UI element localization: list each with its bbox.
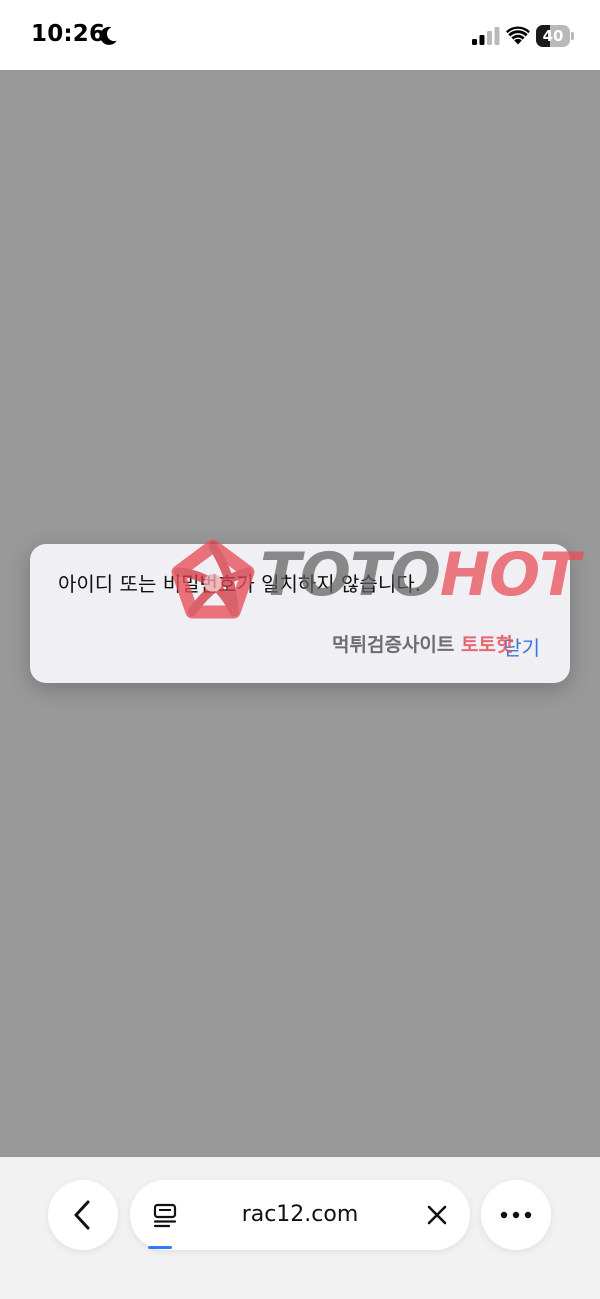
alert-dialog: 아이디 또는 비밀번호가 일치하지 않습니다. 닫기 bbox=[30, 544, 570, 683]
reader-mode-icon[interactable] bbox=[152, 1202, 178, 1228]
alert-close-button[interactable]: 닫기 bbox=[503, 632, 540, 661]
more-button[interactable] bbox=[481, 1180, 551, 1250]
cellular-signal-icon bbox=[472, 27, 500, 45]
browser-toolbar: rac12.com bbox=[0, 1157, 600, 1299]
moon-icon bbox=[100, 26, 117, 45]
battery-level: 40 bbox=[542, 27, 564, 45]
status-time: 10:26 bbox=[31, 21, 106, 47]
web-content-overlay: 아이디 또는 비밀번호가 일치하지 않습니다. 닫기 bbox=[0, 70, 600, 1157]
alert-message: 아이디 또는 비밀번호가 일치하지 않습니다. bbox=[58, 572, 421, 596]
page-load-progress bbox=[148, 1246, 172, 1249]
more-icon bbox=[500, 1211, 532, 1219]
clear-icon[interactable] bbox=[426, 1204, 448, 1226]
status-bar: 10:26 40 bbox=[0, 0, 600, 70]
back-button[interactable] bbox=[48, 1180, 118, 1250]
address-bar[interactable]: rac12.com bbox=[130, 1180, 470, 1250]
wifi-icon bbox=[506, 26, 530, 45]
address-url[interactable]: rac12.com bbox=[190, 1180, 410, 1250]
battery-icon: 40 bbox=[536, 25, 575, 47]
battery-body: 40 bbox=[536, 25, 570, 47]
back-chevron-icon bbox=[74, 1200, 90, 1230]
battery-cap bbox=[571, 32, 574, 40]
